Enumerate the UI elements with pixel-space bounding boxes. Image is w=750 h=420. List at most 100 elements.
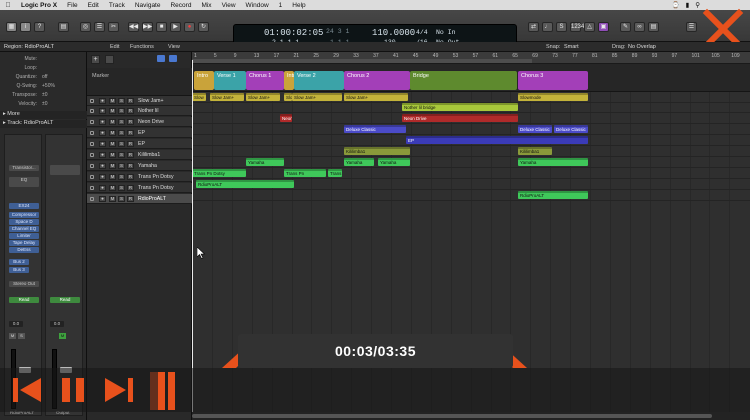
mute-button[interactable]: M [109, 174, 116, 180]
input-monitor-button[interactable]: R [127, 174, 134, 180]
param-loop[interactable]: Loop: [0, 65, 87, 73]
input-monitor-button[interactable]: R [127, 196, 134, 202]
input-monitor-button[interactable]: R [127, 119, 134, 125]
menu-file[interactable]: File [62, 2, 82, 9]
mute-button-output[interactable]: M [59, 333, 66, 339]
marker[interactable]: Intr [284, 71, 294, 90]
disclosure-icon[interactable] [90, 131, 94, 135]
plugin-slot-tape-delay[interactable]: Tape Delay [9, 240, 39, 246]
solo-button[interactable]: S [118, 98, 125, 104]
input-monitor-button[interactable]: R [127, 130, 134, 136]
track-header-row[interactable]: ● M S R Kililimba1 [87, 150, 192, 160]
video-progress-handle[interactable] [158, 372, 176, 410]
region-label[interactable]: Region: RdioProALT [4, 44, 54, 50]
forward-button[interactable]: ▶▶ [142, 22, 153, 32]
track-header-row[interactable]: ● M S R EP [87, 128, 192, 138]
record-enable-button[interactable]: ● [99, 119, 106, 125]
menu-record[interactable]: Record [165, 2, 196, 9]
pause-button[interactable] [58, 375, 88, 405]
skip-forward-button[interactable] [104, 375, 134, 405]
automation-read-output[interactable]: Read [50, 297, 80, 303]
region[interactable]: Yamaha [246, 158, 284, 166]
solo-button[interactable]: S [18, 333, 25, 339]
input-monitor-button[interactable]: R [127, 152, 134, 158]
plugin-slot-channel-eq[interactable]: Channel EQ [9, 226, 39, 232]
disclosure-icon[interactable] [90, 109, 94, 113]
disclosure-icon[interactable] [90, 99, 94, 103]
input-slot[interactable]: Transistor... [9, 165, 39, 171]
solo-button[interactable]: S [118, 108, 125, 114]
track-header-row[interactable]: ● M S R Trans Pn Dotsy [87, 172, 192, 182]
region[interactable]: Trans [328, 169, 342, 177]
solo-mode-button[interactable]: S [556, 22, 567, 32]
cycle-region[interactable] [192, 59, 532, 63]
record-button[interactable]: ● [184, 22, 195, 32]
skip-back-button[interactable] [12, 375, 42, 405]
input-monitor-button[interactable]: R [127, 185, 134, 191]
marker[interactable]: Bridge [410, 71, 517, 90]
output-slot[interactable]: Stereo Out [9, 281, 39, 287]
plugin-slot-compressor[interactable]: Compressor [9, 212, 39, 218]
region[interactable]: Yamaha [378, 158, 410, 166]
plugin-slot-exs[interactable]: EX24 [9, 203, 39, 209]
region[interactable]: Slow Jam+ [292, 93, 342, 101]
record-enable-button[interactable]: ● [99, 98, 106, 104]
mute-button[interactable]: M [109, 98, 116, 104]
region[interactable]: Yamaha [344, 158, 374, 166]
quick-help-button[interactable]: ? [34, 22, 45, 32]
param-q-swing[interactable]: Q-Swing: +50% [0, 83, 87, 91]
output-eq-slot[interactable] [50, 165, 80, 175]
menu-track[interactable]: Track [104, 2, 130, 9]
toolbar-button[interactable]: ▤ [58, 22, 69, 32]
plugin-slot-space[interactable]: Space D [9, 219, 39, 225]
track-header-row[interactable]: ● M S R RdioProALT [87, 194, 192, 204]
mute-button[interactable]: M [109, 152, 116, 158]
send-bus-3[interactable]: Bus 3 [9, 267, 29, 273]
param-quantize[interactable]: Quantize: off [0, 74, 87, 82]
menu-app[interactable]: Logic Pro X [16, 2, 62, 9]
menu-view[interactable]: View [217, 2, 241, 9]
disclosure-icon[interactable] [90, 197, 94, 201]
input-monitor-button[interactable]: R [127, 141, 134, 147]
solo-button[interactable]: S [118, 163, 125, 169]
region[interactable]: Kililimba1 [518, 147, 552, 155]
disclosure-icon[interactable] [90, 175, 94, 179]
solo-button[interactable]: S [118, 196, 125, 202]
menu-help[interactable]: Help [287, 2, 310, 9]
inspector-button[interactable]: i [20, 22, 31, 32]
marker[interactable]: Verse 1 [214, 71, 246, 90]
menu-navigate[interactable]: Navigate [130, 2, 166, 9]
plugin-slot-deess[interactable]: DeEss [9, 247, 39, 253]
record-enable-button[interactable]: ● [99, 185, 106, 191]
region[interactable]: Slow Jam+ [246, 93, 280, 101]
solo-button[interactable]: S [118, 141, 125, 147]
track-header-row[interactable]: ● M S R Nother lil [87, 106, 192, 116]
input-monitor-button[interactable]: R [127, 98, 134, 104]
mute-button[interactable]: M [109, 196, 116, 202]
disclosure-icon[interactable] [90, 142, 94, 146]
cycle-button[interactable]: ↻ [198, 22, 209, 32]
record-enable-button[interactable]: ● [99, 174, 106, 180]
functions-menu[interactable]: Functions [130, 44, 154, 50]
marker[interactable]: Chorus 2 [344, 71, 410, 90]
scrollbar-thumb[interactable] [192, 414, 712, 418]
track-header-row[interactable]: ● M S R Neon Drive [87, 117, 192, 127]
region[interactable]: RdioProALT [518, 191, 588, 199]
marker-track-header[interactable]: Marker [87, 68, 192, 96]
mute-button[interactable]: M [109, 130, 116, 136]
mute-button[interactable]: M [109, 108, 116, 114]
loop-browser-button[interactable]: ∞ [634, 22, 645, 32]
stop-button[interactable]: ■ [156, 22, 167, 32]
menu-edit[interactable]: Edit [83, 2, 104, 9]
editors-button[interactable]: ✂ [108, 22, 119, 32]
region[interactable]: Neon Drive [402, 114, 518, 122]
region[interactable]: EP [406, 136, 588, 144]
region[interactable]: Slow Jam+ [344, 93, 408, 101]
disclosure-icon[interactable] [90, 153, 94, 157]
region[interactable]: Kililimba1 [344, 147, 410, 155]
wifi-icon[interactable]: ⌚ [672, 1, 680, 9]
send-bus-2[interactable]: Bus 2 [9, 259, 29, 265]
view-menu[interactable]: View [168, 44, 180, 50]
record-enable-button[interactable]: ● [99, 130, 106, 136]
notepad-button[interactable]: ✎ [620, 22, 631, 32]
